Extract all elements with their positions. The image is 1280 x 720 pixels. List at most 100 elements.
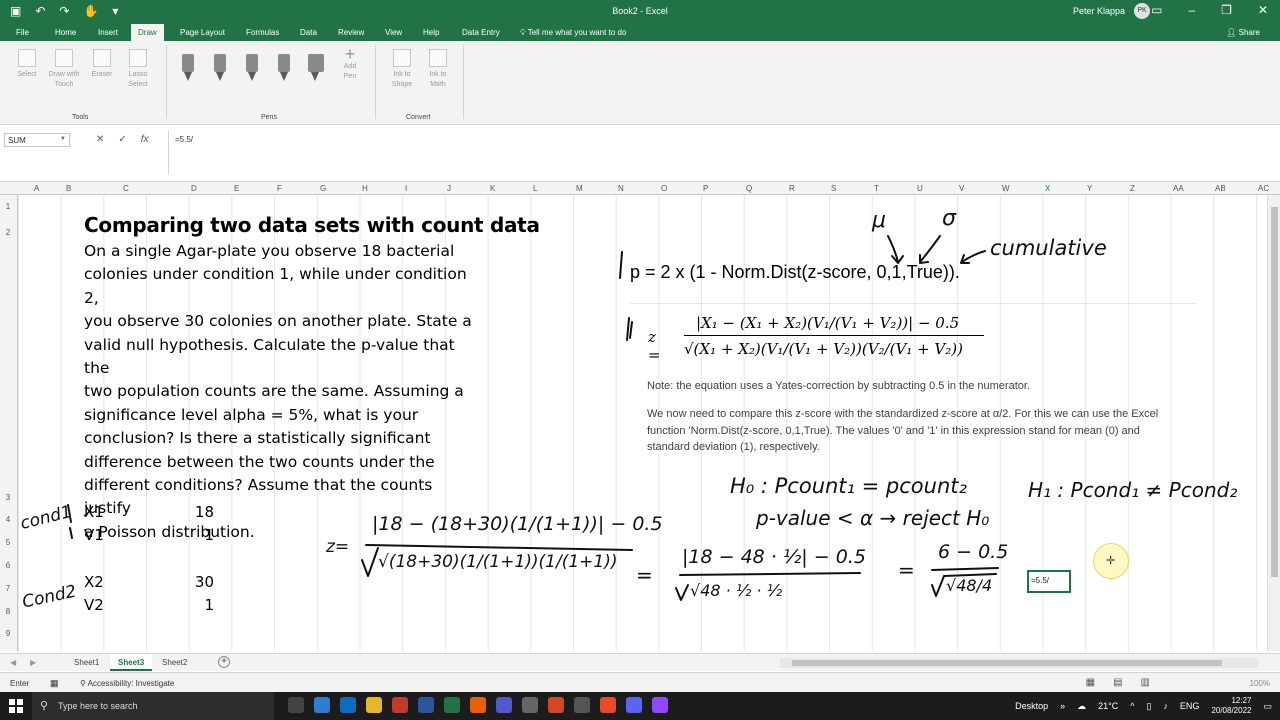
teams-icon[interactable] bbox=[496, 697, 512, 713]
tab-home[interactable]: Home bbox=[55, 28, 76, 37]
norm-dist-note[interactable]: We now need to compare this z-score with… bbox=[647, 406, 1172, 456]
column-header-j[interactable]: J bbox=[447, 184, 451, 193]
column-header-w[interactable]: W bbox=[1002, 184, 1010, 193]
column-header-ac[interactable]: AC bbox=[1258, 184, 1269, 193]
messenger-icon[interactable] bbox=[652, 697, 668, 713]
column-header-k[interactable]: K bbox=[490, 184, 495, 193]
row-header-1[interactable]: 1 bbox=[0, 202, 16, 211]
ribbon-display-icon[interactable]: ▭ bbox=[1151, 3, 1162, 17]
cell-value-x1[interactable]: 18 bbox=[174, 503, 214, 521]
task-view-icon[interactable] bbox=[288, 697, 304, 713]
column-header-y[interactable]: Y bbox=[1087, 184, 1092, 193]
firefox-icon[interactable] bbox=[470, 697, 486, 713]
cell-value-v1[interactable]: 1 bbox=[174, 526, 214, 544]
add-pen-button[interactable]: + Add Pen bbox=[338, 45, 362, 82]
user-avatar[interactable]: PK bbox=[1134, 3, 1150, 19]
insert-function-icon[interactable]: fx bbox=[141, 134, 149, 145]
column-header-f[interactable]: F bbox=[277, 184, 282, 193]
column-header-u[interactable]: U bbox=[917, 184, 923, 193]
excel-icon[interactable] bbox=[444, 697, 460, 713]
column-header-m[interactable]: M bbox=[576, 184, 583, 193]
column-header-i[interactable]: I bbox=[405, 184, 407, 193]
powerpoint-icon[interactable] bbox=[548, 697, 564, 713]
tab-help[interactable]: Help bbox=[423, 28, 439, 37]
sheet-tab-sheet2[interactable]: Sheet2 bbox=[154, 654, 195, 671]
tray-chevron-icon[interactable]: ^ bbox=[1130, 701, 1134, 711]
column-header-e[interactable]: E bbox=[234, 184, 239, 193]
column-header-ab[interactable]: AB bbox=[1215, 184, 1226, 193]
chevron-down-icon[interactable]: ▼ bbox=[60, 136, 66, 142]
tab-draw[interactable]: Draw bbox=[131, 24, 164, 41]
add-sheet-icon[interactable]: + bbox=[218, 656, 230, 668]
column-header-p[interactable]: P bbox=[703, 184, 708, 193]
column-header-x[interactable]: X bbox=[1045, 184, 1050, 193]
row-header-6[interactable]: 6 bbox=[0, 561, 16, 570]
p-value-equation[interactable]: p = 2 x (1 - Norm.Dist(z-score, 0,1,True… bbox=[630, 262, 960, 283]
column-header-d[interactable]: D bbox=[191, 184, 197, 193]
app-icon[interactable] bbox=[574, 697, 590, 713]
volume-icon[interactable]: ♪ bbox=[1163, 701, 1168, 711]
normal-view-icon[interactable]: ▦ bbox=[1086, 677, 1095, 688]
ink-to-math-button[interactable]: Ink to Math bbox=[424, 49, 452, 90]
outlook-icon[interactable] bbox=[340, 697, 356, 713]
column-header-z[interactable]: Z bbox=[1130, 184, 1135, 193]
restore-icon[interactable]: ❐ bbox=[1221, 3, 1232, 17]
column-header-g[interactable]: G bbox=[320, 184, 326, 193]
column-header-h[interactable]: H bbox=[362, 184, 368, 193]
cell-value-v2[interactable]: 1 bbox=[174, 596, 214, 614]
page-layout-view-icon[interactable]: ▤ bbox=[1113, 677, 1122, 688]
clock[interactable]: 12:27 20/08/2022 bbox=[1211, 696, 1251, 716]
column-header-s[interactable]: S bbox=[831, 184, 836, 193]
scroll-thumb[interactable] bbox=[792, 660, 1222, 666]
file-explorer-icon[interactable] bbox=[366, 697, 382, 713]
chevron-icon[interactable]: » bbox=[1060, 701, 1065, 711]
windows-start-icon[interactable] bbox=[9, 699, 23, 713]
cell-value-x2[interactable]: 30 bbox=[174, 573, 214, 591]
column-header-t[interactable]: T bbox=[874, 184, 879, 193]
column-header-o[interactable]: O bbox=[661, 184, 667, 193]
ink-to-shape-button[interactable]: Ink to Shape bbox=[388, 49, 416, 90]
pen-3-icon[interactable] bbox=[246, 54, 258, 84]
row-header-7[interactable]: 7 bbox=[0, 584, 16, 593]
next-sheet-icon[interactable]: ▶ bbox=[30, 658, 36, 667]
vertical-scrollbar[interactable] bbox=[1267, 195, 1280, 651]
draw-with-touch-button[interactable]: Draw with Touch bbox=[44, 49, 84, 90]
tab-insert[interactable]: Insert bbox=[98, 28, 118, 37]
name-box[interactable]: SUM ▼ bbox=[4, 133, 70, 147]
cancel-icon[interactable]: ✕ bbox=[96, 134, 104, 145]
pen-2-icon[interactable] bbox=[214, 54, 226, 84]
column-header-c[interactable]: C bbox=[123, 184, 129, 193]
column-header-q[interactable]: Q bbox=[746, 184, 752, 193]
language-indicator[interactable]: ENG bbox=[1180, 701, 1200, 711]
share-button[interactable]: 👤︎ Share bbox=[1226, 28, 1260, 37]
app-icon[interactable] bbox=[522, 697, 538, 713]
tell-me-search[interactable]: 💡︎ Tell me what you want to do bbox=[520, 28, 626, 38]
scroll-thumb[interactable] bbox=[1271, 207, 1278, 577]
active-cell-x7[interactable]: =5.5/ bbox=[1027, 570, 1071, 593]
minimize-icon[interactable]: – bbox=[1188, 3, 1195, 17]
pen-1-icon[interactable] bbox=[182, 54, 194, 84]
user-name[interactable]: Peter Klappa bbox=[1073, 6, 1125, 16]
pen-4-icon[interactable] bbox=[278, 54, 290, 84]
cell-label-x2[interactable]: X2 bbox=[84, 573, 104, 591]
word-icon[interactable] bbox=[418, 697, 434, 713]
row-header-3[interactable]: 3 bbox=[0, 493, 16, 502]
discord-icon[interactable] bbox=[626, 697, 642, 713]
edge-icon[interactable] bbox=[314, 697, 330, 713]
row-header-4[interactable]: 4 bbox=[0, 515, 16, 524]
sheet-tab-sheet3[interactable]: Sheet3 bbox=[110, 654, 153, 671]
horizontal-scrollbar[interactable] bbox=[780, 658, 1258, 668]
row-header-9[interactable]: 9 bbox=[0, 629, 16, 638]
tab-review[interactable]: Review bbox=[338, 28, 364, 37]
app-icon[interactable] bbox=[600, 697, 616, 713]
accessibility-status[interactable]: ⚲ Accessibility: Investigate bbox=[80, 679, 174, 688]
app-icon[interactable] bbox=[392, 697, 408, 713]
macro-record-icon[interactable]: ▦ bbox=[50, 678, 59, 689]
zoom-level[interactable]: 100% bbox=[1250, 679, 1270, 688]
cell-label-v2[interactable]: V2 bbox=[84, 596, 104, 614]
row-header-2[interactable]: 2 bbox=[0, 228, 16, 237]
tab-page-layout[interactable]: Page Layout bbox=[180, 28, 225, 37]
formula-input[interactable]: =5.5/ bbox=[168, 131, 1270, 175]
column-header-r[interactable]: R bbox=[789, 184, 795, 193]
notification-icon[interactable]: ▭ bbox=[1263, 701, 1272, 712]
